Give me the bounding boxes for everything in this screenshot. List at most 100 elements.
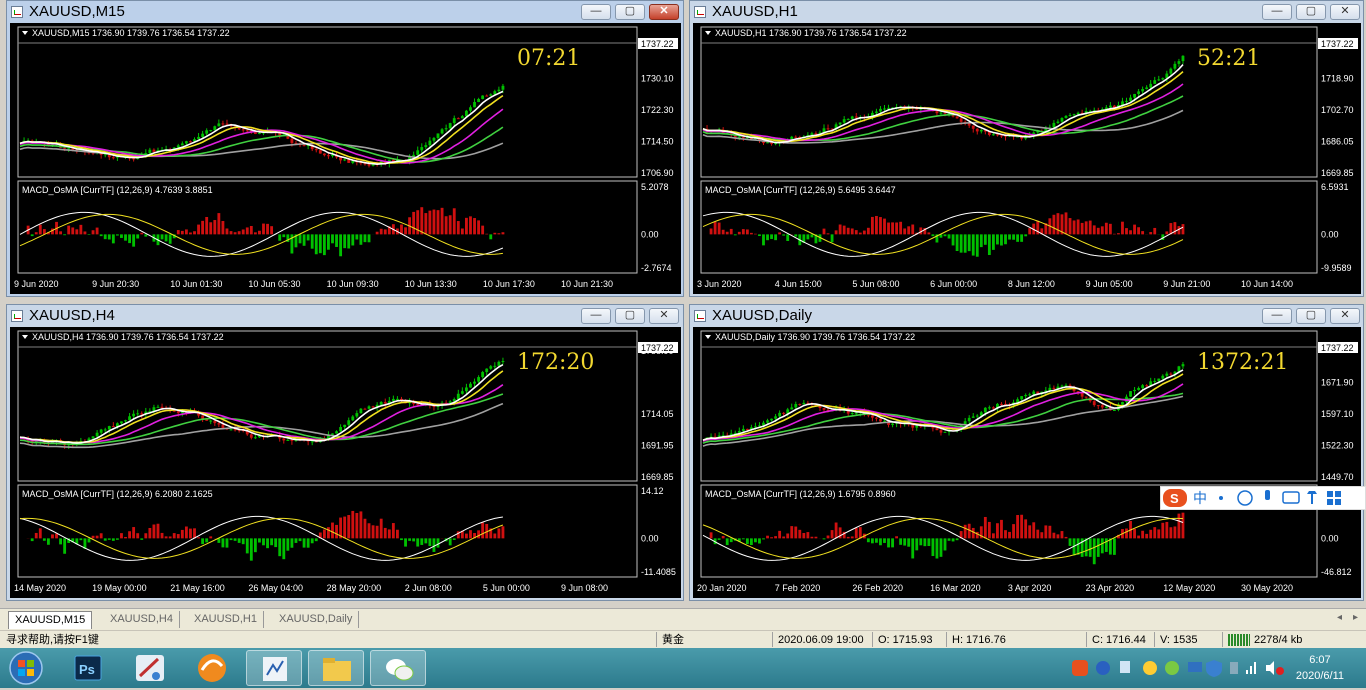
taskbar-trading-terminal[interactable]	[246, 650, 302, 686]
tab-scroll-left-icon[interactable]: ◂	[1337, 612, 1342, 623]
candle-countdown-timer: 172:20	[517, 350, 594, 375]
mic-icon	[1265, 490, 1270, 500]
title-bar[interactable]: XAUUSD,M15 — ▢ ✕	[7, 1, 683, 23]
candle-body	[996, 134, 999, 135]
candle-body	[132, 158, 135, 159]
macd-bar	[758, 538, 761, 543]
taskbar-file-explorer[interactable]	[308, 650, 364, 686]
macd-bar	[1044, 525, 1047, 538]
macd-indicator-label: MACD_OsMA [CurrTF] (12,26,9) 6.2080 2.16…	[22, 489, 213, 499]
macd-bar	[343, 234, 346, 248]
macd-bar	[140, 538, 143, 539]
chart-area[interactable]: XAUUSD,M15 1736.90 1739.76 1736.54 1737.…	[10, 23, 681, 294]
chart-canvas: XAUUSD,M15 1736.90 1739.76 1736.54 1737.…	[10, 23, 681, 294]
chart-window-h4[interactable]: XAUUSD,H4 — ▢ ✕ XAUUSD,H4 1736.90 1739.7…	[6, 304, 684, 601]
macd-bar	[786, 533, 789, 538]
tab-xauusd-h1[interactable]: XAUUSD,H1	[188, 611, 264, 628]
chart-area[interactable]: XAUUSD,H4 1736.90 1739.76 1736.54 1737.2…	[10, 327, 681, 598]
taskbar-clock[interactable]: 6:07 2020/6/11	[1296, 652, 1344, 684]
taskbar-browser[interactable]	[184, 650, 240, 686]
candle-body	[343, 425, 346, 427]
minimize-button[interactable]: —	[581, 308, 611, 324]
minimize-button[interactable]: —	[1262, 4, 1292, 20]
candle-body	[754, 426, 757, 427]
macd-bar	[1052, 215, 1055, 235]
network-tray-icon	[1120, 661, 1130, 673]
time-axis-label: 26 May 04:00	[248, 583, 303, 593]
macd-bar	[1024, 234, 1027, 236]
taskbar-wechat[interactable]	[370, 650, 426, 686]
macd-bar	[847, 537, 850, 538]
macd-bar	[193, 231, 196, 234]
macd-bar	[331, 234, 334, 243]
maximize-button[interactable]: ▢	[1296, 4, 1326, 20]
macd-bar	[778, 232, 781, 234]
close-button[interactable]: ✕	[1330, 4, 1360, 20]
maximize-button[interactable]: ▢	[1296, 308, 1326, 324]
maximize-button[interactable]: ▢	[615, 308, 645, 324]
macd-bar	[847, 228, 850, 235]
macd-bar	[1121, 222, 1124, 235]
candle-body	[782, 413, 785, 414]
chart-area[interactable]: XAUUSD,H1 1736.90 1739.76 1736.54 1737.2…	[693, 23, 1361, 294]
close-button[interactable]: ✕	[649, 4, 679, 20]
candle-body	[457, 394, 460, 399]
candle-body	[485, 369, 488, 372]
candle-body	[104, 154, 107, 155]
candle-body	[477, 99, 480, 102]
macd-bar	[923, 538, 926, 546]
macd-bar	[1105, 223, 1108, 235]
tab-xauusd-daily[interactable]: XAUUSD,Daily	[273, 611, 359, 628]
candle-body	[1065, 116, 1068, 118]
macd-bar	[1157, 529, 1160, 538]
candle-body	[1113, 410, 1116, 411]
collapse-arrow-icon	[705, 335, 711, 339]
taskbar-photoshop[interactable]: Ps	[60, 650, 116, 686]
macd-bar	[1101, 226, 1104, 234]
candle-body	[441, 129, 444, 133]
macd-bar	[867, 538, 870, 542]
chart-area[interactable]: XAUUSD,Daily 1736.90 1739.76 1736.54 173…	[693, 327, 1361, 598]
close-button[interactable]: ✕	[1330, 308, 1360, 324]
candle-body	[944, 432, 947, 433]
chart-window-h1[interactable]: XAUUSD,H1 — ▢ ✕ XAUUSD,H1 1736.90 1739.7…	[689, 0, 1364, 297]
chart-window-daily[interactable]: XAUUSD,Daily — ▢ ✕ XAUUSD,Daily 1736.90 …	[689, 304, 1364, 601]
chart-window-m15[interactable]: XAUUSD,M15 — ▢ ✕ XAUUSD,M15 1736.90 1739…	[6, 0, 684, 297]
macd-bar	[762, 538, 765, 539]
ime-toolbar[interactable]: S 中	[1160, 486, 1366, 510]
tab-scroll-right-icon[interactable]: ▸	[1353, 612, 1358, 623]
price-axis-label: 1706.90	[641, 168, 674, 178]
tab-xauusd-h4[interactable]: XAUUSD,H4	[104, 611, 180, 628]
title-bar[interactable]: XAUUSD,Daily — ▢ ✕	[690, 305, 1363, 327]
taskbar-paint-app[interactable]	[122, 650, 178, 686]
macd-bar	[51, 534, 54, 538]
chart-window-icon	[11, 6, 23, 18]
candle-body	[319, 150, 322, 153]
macd-bar	[161, 234, 164, 239]
title-bar[interactable]: XAUUSD,H4 — ▢ ✕	[7, 305, 683, 327]
macd-bar	[1065, 212, 1068, 234]
minimize-button[interactable]: —	[1262, 308, 1292, 324]
candle-body	[827, 128, 830, 129]
price-axis-label: 1669.85	[1321, 168, 1354, 178]
candle-body	[311, 441, 314, 442]
candle-body	[384, 402, 387, 403]
macd-bar	[161, 533, 164, 538]
system-tray[interactable]	[1070, 656, 1290, 680]
candle-body	[1077, 113, 1080, 114]
minimize-button[interactable]: —	[581, 4, 611, 20]
candle-body	[481, 96, 484, 99]
macd-bar	[903, 538, 906, 545]
candle-body	[497, 362, 500, 366]
start-button[interactable]	[4, 650, 48, 686]
tab-xauusd-m15[interactable]: XAUUSD,M15	[8, 611, 92, 629]
macd-indicator-label: MACD_OsMA [CurrTF] (12,26,9) 5.6495 3.64…	[705, 185, 896, 195]
close-button[interactable]: ✕	[649, 308, 679, 324]
macd-bar	[952, 234, 955, 245]
macd-bar	[79, 225, 82, 235]
title-bar[interactable]: XAUUSD,H1 — ▢ ✕	[690, 1, 1363, 23]
macd-bar	[384, 229, 387, 234]
macd-bar	[449, 215, 452, 234]
time-axis-label: 23 Apr 2020	[1086, 583, 1135, 593]
maximize-button[interactable]: ▢	[615, 4, 645, 20]
